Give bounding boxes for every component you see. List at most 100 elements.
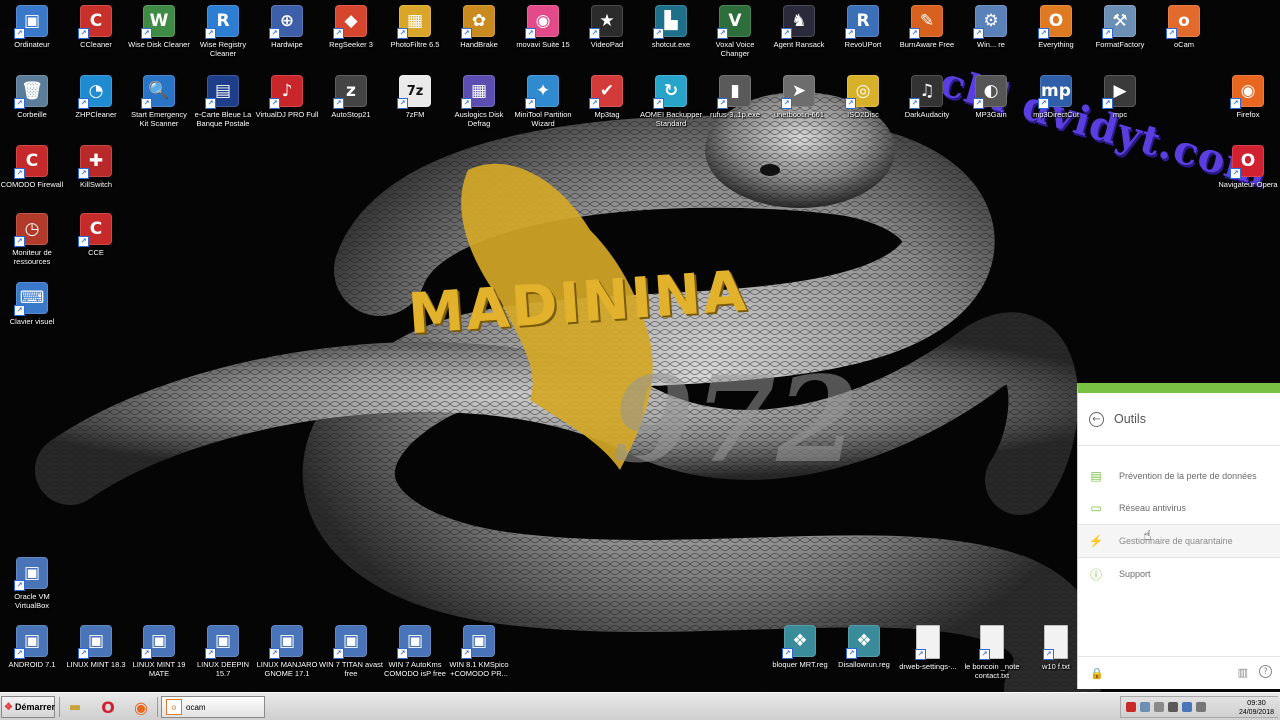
back-arrow-icon[interactable]: ←: [1089, 411, 1104, 427]
desktop-icon-auslogics[interactable]: ▦ ↗ Auslogics Disk Defrag: [447, 75, 511, 128]
desktop-icon-zhpcleaner[interactable]: ◔ ↗ ZHPCleaner: [64, 75, 128, 119]
volume-tray-icon[interactable]: [1196, 702, 1206, 712]
desktop-icon-win7titan[interactable]: ▣ ↗ WIN 7 TITAN avast free: [319, 625, 383, 678]
desktop-icon-drweb[interactable]: ↗ drweb-settings-...: [896, 625, 960, 671]
system-tray: 09:30 24/09/2018: [1120, 696, 1278, 718]
menu-item-data-loss-prevention[interactable]: ▤ Prévention de la perte de données: [1078, 460, 1280, 492]
file-explorer-icon[interactable]: ▬: [62, 696, 88, 718]
desktop-icon-photofiltre[interactable]: ▦ ↗ PhotoFiltre 6.5: [383, 5, 447, 49]
desktop-icon-ordinateur[interactable]: ▣ ↗ Ordinateur: [0, 5, 64, 49]
desktop-icon-iso2disc[interactable]: ◎ ↗ ISO2Disc: [831, 75, 895, 119]
taskbar-clock[interactable]: 09:30 24/09/2018: [1239, 697, 1274, 717]
registry-icon: R ↗: [205, 5, 239, 39]
desktop-icon-agentransack[interactable]: ♞ ↗ Agent Ransack: [767, 5, 831, 49]
desktop-icon-deepin[interactable]: ▣ ↗ LINUX DEEPIN 15.7: [191, 625, 255, 678]
desktop-icon-label: CCleaner: [80, 40, 112, 49]
desktop-icon-win81[interactable]: ▣ ↗ WIN 8.1 KMSpico +COMODO PR...: [447, 625, 511, 678]
desktop-icon-everything[interactable]: O ↗ Everything: [1024, 5, 1088, 49]
desktop-icon-label: oCam: [1173, 40, 1194, 49]
desktop-icon-ocam[interactable]: o ↗ oCam: [1152, 5, 1216, 49]
lock-icon[interactable]: 🔒: [1090, 667, 1104, 680]
desktop-icon-manjaro[interactable]: ▣ ↗ LINUX MANJARO GNOME 17.1: [255, 625, 319, 678]
desktop-icon-win7autokms[interactable]: ▣ ↗ WIN 7 AutoKms COMODO isP free: [383, 625, 447, 678]
desktop-icon-leboncoin[interactable]: ↗ le boncoin _note contact.txt: [960, 625, 1024, 680]
firefox-icon[interactable]: ◉: [128, 696, 154, 718]
desktop-icon-oraclevm[interactable]: ▣ ↗ Oracle VM VirtualBox: [0, 557, 64, 610]
desktop-icon-aomei[interactable]: ↻ ↗ AOMEI Backupper Standard: [639, 75, 703, 128]
desktop-icon-mp3tag[interactable]: ✔ ↗ Mp3tag: [575, 75, 639, 119]
network-tray-icon[interactable]: [1140, 702, 1150, 712]
desktop-icon-movavi[interactable]: ◉ ↗ movavi Suite 15: [511, 5, 575, 49]
mp3-icon: mp ↗: [1038, 75, 1072, 109]
desktop-icon-7zfm[interactable]: 7z ↗ 7zFM: [383, 75, 447, 119]
taskbar: ❖ Démarrer ▬ O ◉ o ocam 09:30 24/09/2018: [0, 692, 1280, 720]
text-file-icon: ↗: [1043, 625, 1068, 660]
desktop-icon-mpc[interactable]: ▶ ↗ mpc: [1088, 75, 1152, 119]
comodo-firewall-icon: C ↗: [14, 145, 48, 179]
shortcut-arrow-icon: ↗: [14, 168, 25, 179]
comodo-tray-icon[interactable]: [1126, 702, 1136, 712]
desktop-icon-moniteur[interactable]: ◷ ↗ Moniteur de ressources: [0, 213, 64, 266]
shortcut-arrow-icon: ↗: [781, 98, 792, 109]
desktop-icon-wisereg[interactable]: R ↗ Wise Registry Cleaner: [191, 5, 255, 58]
desktop-icon-mp3directcut[interactable]: mp ↗ mp3DirectCut: [1024, 75, 1088, 119]
desktop-icon-revouport[interactable]: R ↗ RevoUPort: [831, 5, 895, 49]
desktop-icon-minitool[interactable]: ✦ ↗ MiniTool Partition Wizard: [511, 75, 575, 128]
desktop-icon-mp3gain[interactable]: ◐ ↗ MP3Gain: [959, 75, 1023, 119]
desktop-icon-rufus[interactable]: ▮ ↗ rufus-3..1p.exe: [703, 75, 767, 119]
taskbar-separator: [157, 697, 158, 717]
menu-item-antivirus-network[interactable]: ▭ Réseau antivirus: [1078, 492, 1280, 524]
cubes-icon: ◆ ↗: [333, 5, 367, 39]
desktop-icon-android[interactable]: ▣ ↗ ANDROID 7.1: [0, 625, 64, 669]
desktop-icon-clavier[interactable]: ⌨ ↗ Clavier visuel: [0, 282, 64, 326]
menu-item-quarantine-manager[interactable]: ⚡ Gestionnaire de quarantaine: [1078, 524, 1280, 558]
desktop-icon-ccleaner[interactable]: C ↗ CCleaner: [64, 5, 128, 49]
statistics-icon[interactable]: ▥: [1238, 666, 1248, 679]
shortcut-arrow-icon: ↗: [141, 28, 152, 39]
desktop-icon-mint183[interactable]: ▣ ↗ LINUX MINT 18.3: [64, 625, 128, 669]
help-icon[interactable]: ?: [1259, 665, 1272, 678]
shortcut-arrow-icon: ↗: [78, 28, 89, 39]
desktop-icon-label: WIN 7 TITAN avast free: [319, 660, 383, 678]
desktop-icon-ecarte[interactable]: ▤ ↗ e-Carte Bleue La Banque Postale: [191, 75, 255, 128]
desktop-icon-bloquermrt[interactable]: ❖ ↗ bloquer MRT.reg: [768, 625, 832, 669]
desktop-icon-shotcut[interactable]: ▙ ↗ shotcut.exe: [639, 5, 703, 49]
desktop-icon-cce[interactable]: C ↗ CCE: [64, 213, 128, 257]
voxal-icon: V ↗: [717, 5, 751, 39]
sleep-icon: z ↗: [333, 75, 367, 109]
desktop-icon-winaero[interactable]: ⚙ ↗ Win... re: [959, 5, 1023, 49]
desktop-icon-comodofw[interactable]: C ↗ COMODO Firewall: [0, 145, 64, 189]
desktop-icon-emergencykit[interactable]: 🔍 ↗ Start Emergency Kit Scanner: [127, 75, 191, 128]
archive-box-icon: ▤: [1090, 469, 1102, 483]
battery-tray-icon[interactable]: [1168, 702, 1178, 712]
desktop-icon-disallowrun[interactable]: ❖ ↗ Disallowrun.reg: [832, 625, 896, 669]
desktop-icon-regseeker[interactable]: ◆ ↗ RegSeeker 3: [319, 5, 383, 49]
monitor-tray-icon[interactable]: [1182, 702, 1192, 712]
desktop-icon-mint19[interactable]: ▣ ↗ LINUX MINT 19 MATE: [127, 625, 191, 678]
desktop-icon-darkaudacity[interactable]: ♫ ↗ DarkAudacity: [895, 75, 959, 119]
desktop-icon-corbeille[interactable]: 🗑 ↗ Corbeille: [0, 75, 64, 119]
shortcut-arrow-icon: ↗: [14, 98, 25, 109]
desktop-icon-wisedisk[interactable]: W ↗ Wise Disk Cleaner: [127, 5, 191, 49]
desktop-icon-handbrake[interactable]: ✿ ↗ HandBrake: [447, 5, 511, 49]
desktop-icon-label: Firefox: [1236, 110, 1260, 119]
desktop-icon-firefox[interactable]: ◉ ↗ Firefox: [1216, 75, 1280, 119]
desktop-icon-unetbootin[interactable]: ➤ ↗ unetbootin-661: [767, 75, 831, 119]
opera-icon[interactable]: O: [95, 696, 121, 718]
desktop-icon-hardwipe[interactable]: ⊕ ↗ Hardwipe: [255, 5, 319, 49]
desktop-icon-label: Wise Disk Cleaner: [128, 40, 190, 49]
desktop-icon-formatfactory[interactable]: ⚒ ↗ FormatFactory: [1088, 5, 1152, 49]
desktop-icon-virtualdj[interactable]: ♪ ↗ VirtualDJ PRO Full: [255, 75, 319, 119]
shortcut-arrow-icon: ↗: [397, 28, 408, 39]
desktop-icon-voxal[interactable]: V ↗ Voxal Voice Changer: [703, 5, 767, 58]
desktop-icon-burnaware[interactable]: ✎ ↗ BurnAware Free: [895, 5, 959, 49]
menu-item-support[interactable]: ⓘ Support: [1078, 558, 1280, 590]
taskbar-window-ocam[interactable]: o ocam: [161, 696, 265, 718]
desktop-icon-label: BurnAware Free: [899, 40, 955, 49]
desktop-icon-killswitch[interactable]: ✚ ↗ KillSwitch: [64, 145, 128, 189]
desktop-icon-videopad[interactable]: ★ ↗ VideoPad: [575, 5, 639, 49]
desktop-icon-autostop[interactable]: z ↗ AutoStop21: [319, 75, 383, 119]
desktop-icon-opera[interactable]: O ↗ Navigateur Opera: [1216, 145, 1280, 189]
start-button[interactable]: ❖ Démarrer: [1, 696, 55, 718]
shield-tray-icon[interactable]: [1154, 702, 1164, 712]
